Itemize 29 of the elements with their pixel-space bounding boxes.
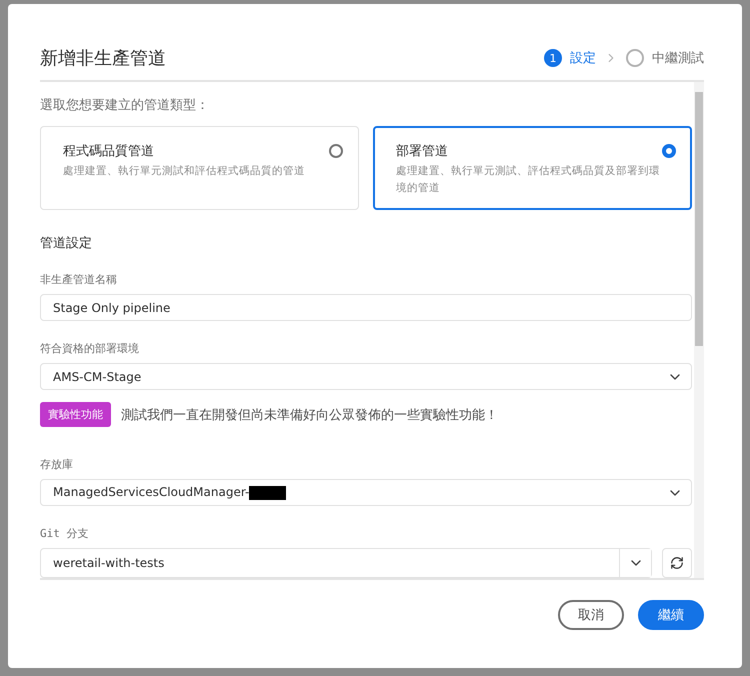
pipeline-type-card[interactable]: 部署管道 處理建置、執行單元測試、評估程式碼品質及部署到環境的管道	[373, 126, 692, 210]
radio-button[interactable]	[329, 144, 343, 158]
type-prompt: 選取您想要建立的管道類型：	[40, 97, 210, 114]
dialog-title: 新增非生產管道	[40, 47, 166, 70]
field-label: 非生產管道名稱	[40, 272, 118, 287]
section-title: 管道設定	[40, 235, 93, 252]
experimental-text: 測試我們一直在開發但尚未準備好向公眾發佈的一些實驗性功能！	[121, 406, 498, 424]
branch-select[interactable]: weretail-with-tests	[40, 548, 652, 578]
step-indicator: 1	[544, 49, 562, 67]
environment-select[interactable]: AMS-CM-Stage	[40, 363, 692, 390]
pipeline-type-card[interactable]: 程式碼品質管道 處理建置、執行單元測試和評估程式碼品質的管道	[40, 126, 359, 210]
card-title: 程式碼品質管道	[63, 143, 155, 160]
refresh-button[interactable]	[662, 548, 692, 578]
refresh-icon	[670, 556, 684, 570]
field-label: Git 分支	[40, 526, 90, 541]
radio-button[interactable]	[662, 144, 676, 158]
field-label: 符合資格的部署環境	[40, 341, 140, 356]
card-description: 處理建置、執行單元測試、評估程式碼品質及部署到環境的管道	[396, 164, 661, 196]
cancel-button[interactable]: 取消	[558, 600, 624, 630]
repository-select[interactable]: ManagedServicesCloudManager-	[40, 479, 692, 506]
step-label: 中繼測試	[652, 50, 704, 67]
step-label: 設定	[570, 50, 596, 67]
card-description: 處理建置、執行單元測試和評估程式碼品質的管道	[63, 164, 305, 179]
scrollbar[interactable]	[694, 82, 704, 578]
continue-button[interactable]: 繼續	[638, 600, 704, 630]
field-label: 存放庫	[40, 457, 74, 472]
input-field[interactable]: Stage Only pipeline	[40, 294, 692, 321]
card-title: 部署管道	[396, 143, 449, 160]
experimental-badge: 實驗性功能	[40, 402, 111, 427]
